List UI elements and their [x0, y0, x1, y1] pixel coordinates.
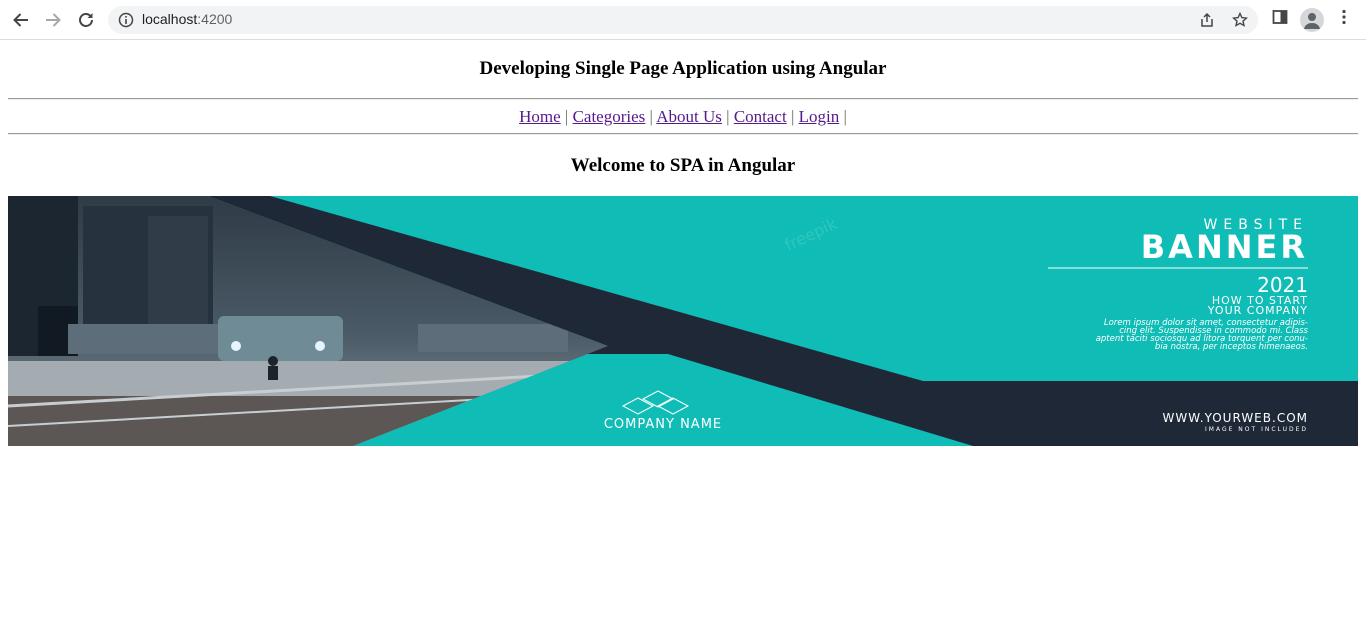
arrow-left-icon: [13, 13, 28, 27]
nav-link-home[interactable]: Home: [519, 107, 561, 126]
share-icon[interactable]: [1199, 12, 1215, 28]
divider-top: [8, 98, 1358, 100]
banner-small-text: IMAGE NOT INCLUDED: [1205, 426, 1308, 433]
banner-company: COMPANY NAME: [604, 417, 722, 432]
reload-button[interactable]: [74, 8, 98, 32]
info-icon[interactable]: [118, 12, 134, 28]
person-icon: [1304, 13, 1320, 29]
nav-link-categories[interactable]: Categories: [573, 107, 646, 126]
side-panel-icon[interactable]: [1271, 8, 1289, 26]
url-text[interactable]: localhost:4200: [142, 11, 232, 27]
nav-link-login[interactable]: Login: [799, 107, 840, 126]
banner-lorem4: bia nostra, per inceptos himenaeos.: [1155, 342, 1308, 352]
divider-bottom: [8, 133, 1358, 135]
nav-separator: |: [649, 107, 653, 126]
url-port: :4200: [197, 11, 233, 27]
nav-separator: |: [564, 107, 569, 126]
website-banner-image: freepik WEBSITE BANNER 2021 HOW TO START…: [8, 196, 1358, 446]
reload-icon: [79, 13, 93, 27]
browser-toolbar: localhost:4200: [0, 0, 1366, 40]
forward-button[interactable]: [41, 8, 65, 32]
nav-separator: |: [843, 107, 847, 126]
back-button[interactable]: [9, 8, 33, 32]
welcome-heading: Welcome to SPA in Angular: [570, 155, 796, 176]
banner-line2: BANNER: [1141, 228, 1308, 266]
star-icon[interactable]: [1232, 12, 1248, 28]
profile-avatar[interactable]: [1300, 8, 1324, 32]
banner-graphic: freepik WEBSITE BANNER 2021 HOW TO START…: [8, 196, 1358, 446]
banner-tag2: YOUR COMPANY: [1207, 304, 1308, 317]
nav-link-about-us[interactable]: About Us: [656, 107, 722, 126]
nav-link-contact[interactable]: Contact: [734, 107, 787, 126]
nav-separator: |: [790, 107, 795, 126]
address-bar[interactable]: localhost:4200: [108, 6, 1258, 34]
banner-website: WWW.YOURWEB.COM: [1163, 411, 1308, 425]
page-title: Developing Single Page Application using…: [479, 58, 887, 79]
more-menu-icon[interactable]: [1335, 8, 1353, 26]
url-host: localhost: [142, 11, 198, 27]
nav-menu: Home | Categories | About Us | Contact |…: [0, 107, 1366, 127]
arrow-right-icon: [46, 13, 61, 27]
nav-separator: |: [726, 107, 730, 126]
